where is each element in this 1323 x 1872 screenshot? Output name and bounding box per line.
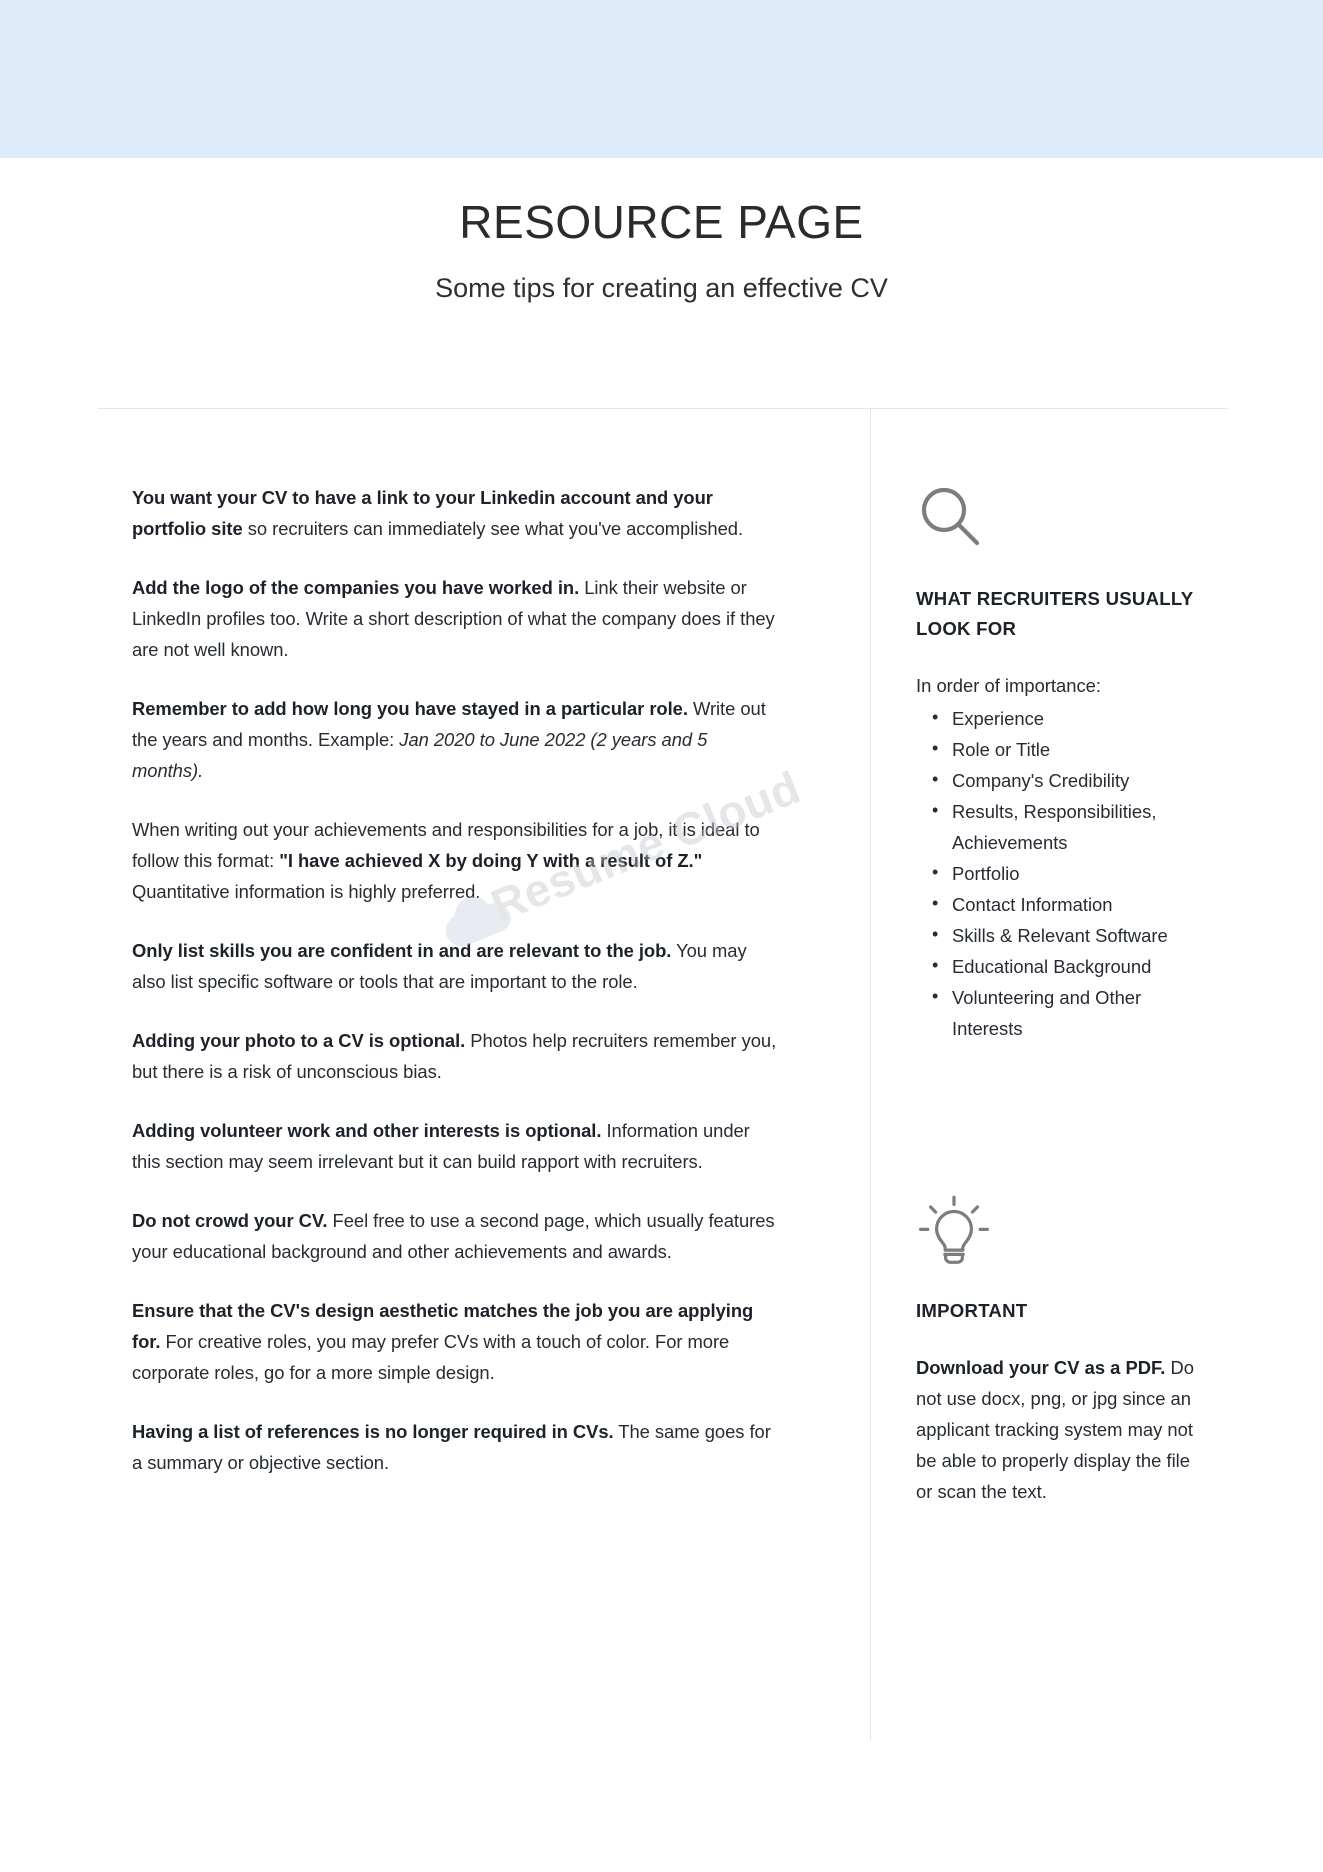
tip-paragraph: Having a list of references is no longer… (132, 1416, 782, 1478)
important-body-text: Do not use docx, png, or jpg since an ap… (916, 1357, 1194, 1502)
tip-paragraph: Ensure that the CV's design aesthetic ma… (132, 1295, 782, 1388)
list-item: Role or Title (916, 733, 1206, 765)
sidebar-list-lead: In order of importance: (916, 675, 1102, 696)
tip-lead-in: Having a list of references is no longer… (132, 1421, 614, 1442)
tip-paragraph: You want your CV to have a link to your … (132, 482, 782, 544)
document-header: RESOURCE PAGE Some tips for creating an … (0, 196, 1323, 304)
list-item: Skills & Relevant Software (916, 919, 1206, 951)
tip-paragraph: Remember to add how long you have stayed… (132, 693, 782, 786)
column-divider-rule (870, 408, 871, 1740)
tip-lead-in: Do not crowd your CV. (132, 1210, 328, 1231)
tip-lead-in: Remember to add how long you have stayed… (132, 698, 688, 719)
tip-body: Quantitative information is highly prefe… (132, 881, 481, 902)
tip-lead-in: Adding your photo to a CV is optional. (132, 1030, 466, 1051)
list-item: Portfolio (916, 857, 1206, 889)
tip-lead-in: Adding volunteer work and other interest… (132, 1120, 602, 1141)
tip-paragraph: Only list skills you are confident in an… (132, 935, 782, 997)
important-lead-in: Download your CV as a PDF. (916, 1357, 1166, 1378)
list-item: Volunteering and Other Interests (916, 981, 1206, 1044)
search-icon (916, 482, 1206, 554)
sidebar-heading-recruiters: WHAT RECRUITERS USUALLY LOOK FOR (916, 588, 1194, 639)
page-title: RESOURCE PAGE (459, 196, 864, 248)
tip-paragraph: When writing out your achievements and r… (132, 814, 782, 907)
resource-page-document: RESOURCE PAGE Some tips for creating an … (0, 0, 1323, 1872)
tip-body: For creative roles, you may prefer CVs w… (132, 1331, 730, 1383)
list-item: Company's Credibility (916, 764, 1206, 796)
sidebar-column: WHAT RECRUITERS USUALLY LOOK FOR In orde… (916, 482, 1206, 1507)
important-body: Download your CV as a PDF. Do not use do… (916, 1352, 1206, 1507)
lightbulb-icon (916, 1194, 1206, 1266)
list-item: Contact Information (916, 888, 1206, 920)
list-item: Results, Responsibilities, Achievements (916, 795, 1206, 858)
page-subtitle: Some tips for creating an effective CV (435, 272, 888, 303)
recruiter-priority-list: Experience Role or Title Company's Credi… (916, 702, 1206, 1044)
list-item: Experience (916, 702, 1206, 734)
tip-body: so recruiters can immediately see what y… (242, 518, 744, 539)
tip-paragraph: Add the logo of the companies you have w… (132, 572, 782, 665)
tips-column: You want your CV to have a link to your … (132, 482, 782, 1478)
tip-lead-in: Add the logo of the companies you have w… (132, 577, 580, 598)
top-blue-band (0, 0, 1323, 158)
tip-paragraph: Adding volunteer work and other interest… (132, 1115, 782, 1177)
list-item: Educational Background (916, 950, 1206, 982)
tip-paragraph: Do not crowd your CV. Feel free to use a… (132, 1205, 782, 1267)
tip-lead-in: Only list skills you are confident in an… (132, 940, 672, 961)
header-divider-rule (98, 408, 1228, 409)
sidebar-heading-important: IMPORTANT (916, 1300, 1028, 1321)
tip-format-quote: "I have achieved X by doing Y with a res… (279, 850, 703, 871)
tip-paragraph: Adding your photo to a CV is optional. P… (132, 1025, 782, 1087)
